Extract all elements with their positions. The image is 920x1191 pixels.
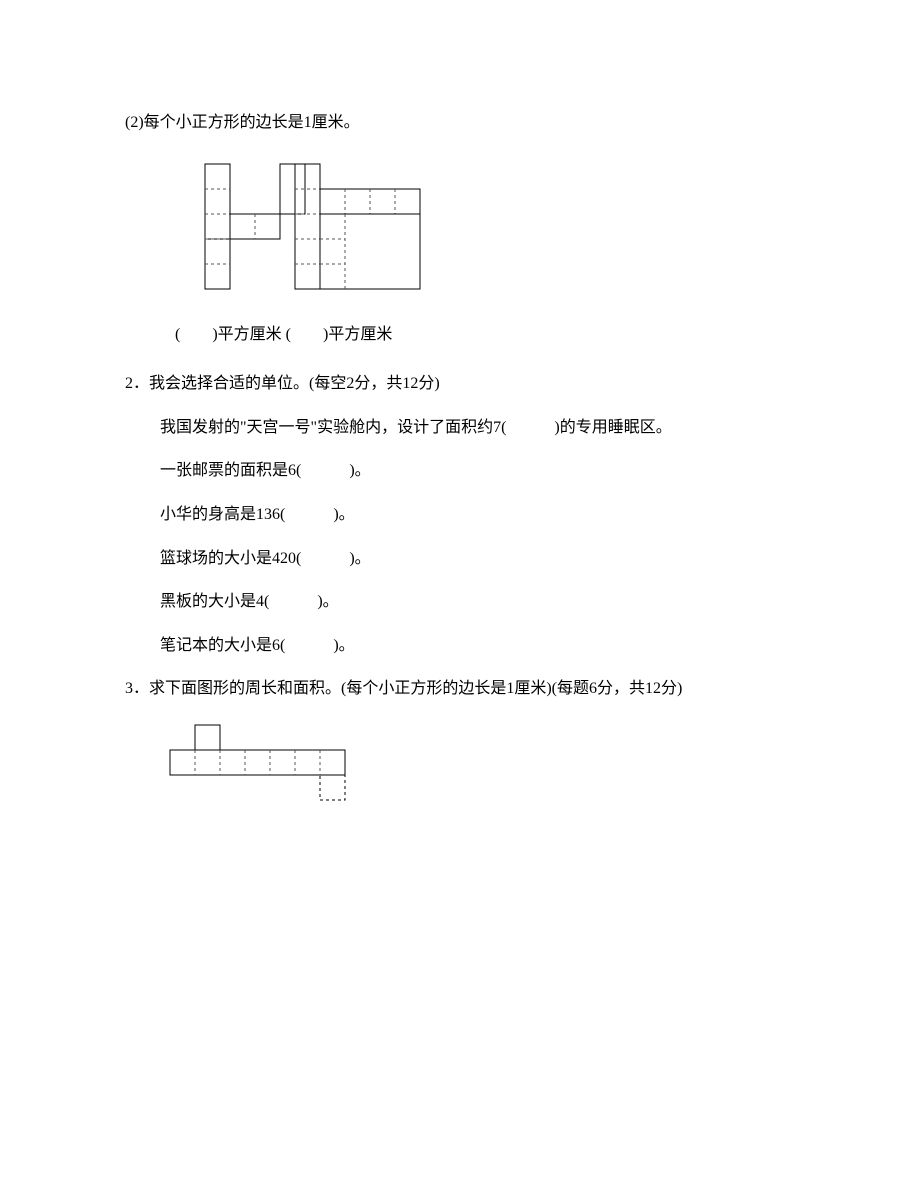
q2-heading-text: 2．我会选择合适的单位。(每空2分，共12分) [125,375,440,392]
caption-right: ( )平方厘米 [286,326,393,343]
q2-heading: 2．我会选择合适的单位。(每空2分，共12分) [125,371,800,397]
q2-item-2-text: 小华的身高是136( )。 [160,506,355,523]
q2-item-4: 黑板的大小是4( )。 [125,589,800,615]
q2-item-1: 一张邮票的面积是6( )。 [125,458,800,484]
caption-left: ( )平方厘米 [175,326,282,343]
q3-figure [160,720,800,815]
q1-sub2-intro-text: (2)每个小正方形的边长是1厘米。 [125,114,360,131]
q2-item-5-text: 笔记本的大小是6( )。 [160,637,355,654]
q1-figure-caption: ( )平方厘米 ( )平方厘米 [175,322,800,348]
q2-item-4-text: 黑板的大小是4( )。 [160,593,339,610]
grid-figure-1 [195,154,445,304]
grid-figure-2 [160,720,380,815]
q3-heading-text: 3．求下面图形的周长和面积。(每个小正方形的边长是1厘米)(每题6分，共12分) [125,680,682,697]
q2-item-0-text: 我国发射的"天宫一号"实验舱内，设计了面积约7( )的专用睡眠区。 [160,419,672,436]
q2-item-3: 篮球场的大小是420( )。 [125,546,800,572]
q2-item-0: 我国发射的"天宫一号"实验舱内，设计了面积约7( )的专用睡眠区。 [125,415,800,441]
q2-item-2: 小华的身高是136( )。 [125,502,800,528]
q2-item-3-text: 篮球场的大小是420( )。 [160,550,371,567]
q1-sub2-intro: (2)每个小正方形的边长是1厘米。 [125,110,800,136]
q2-item-1-text: 一张邮票的面积是6( )。 [160,462,371,479]
q3-heading: 3．求下面图形的周长和面积。(每个小正方形的边长是1厘米)(每题6分，共12分) [125,676,800,702]
q2-item-5: 笔记本的大小是6( )。 [125,633,800,659]
q1-figure [195,154,800,304]
